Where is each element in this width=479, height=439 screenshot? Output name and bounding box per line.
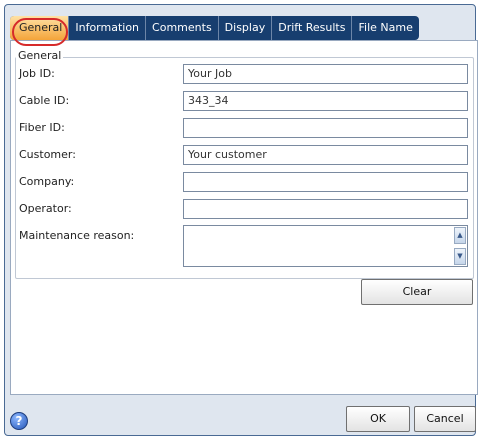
operator-field[interactable] — [183, 199, 468, 219]
job-id-field[interactable]: Your Job — [183, 64, 468, 84]
ok-button[interactable]: OK — [346, 406, 410, 432]
tab-information[interactable]: Information — [69, 16, 147, 40]
tab-comments[interactable]: Comments — [146, 16, 219, 40]
operator-label: Operator: — [19, 202, 72, 215]
help-icon[interactable]: ? — [10, 412, 28, 430]
cancel-button[interactable]: Cancel — [414, 406, 476, 432]
fiber-id-field[interactable] — [183, 118, 468, 138]
fiber-id-label: Fiber ID: — [19, 121, 65, 134]
customer-label: Customer: — [19, 148, 76, 161]
general-group-title: General — [16, 49, 64, 62]
maintenance-reason-field[interactable]: ▲ ▼ — [183, 225, 468, 267]
job-id-label: Job ID: — [19, 67, 55, 80]
maintenance-reason-label: Maintenance reason: — [19, 229, 135, 242]
tab-file-name[interactable]: File Name — [352, 16, 418, 40]
tab-content-panel: General Job ID: Your Job Cable ID: 343_3… — [10, 40, 478, 395]
customer-field[interactable]: Your customer — [183, 145, 468, 165]
company-field[interactable] — [183, 172, 468, 192]
scroll-up-arrow-icon[interactable]: ▲ — [454, 227, 466, 244]
tab-drift-results[interactable]: Drift Results — [272, 16, 353, 40]
cable-id-label: Cable ID: — [19, 94, 70, 107]
company-label: Company: — [19, 175, 75, 188]
tab-bar: General Information Comments Display Dri… — [10, 16, 419, 40]
scroll-down-arrow-icon[interactable]: ▼ — [454, 248, 466, 265]
cable-id-field[interactable]: 343_34 — [183, 91, 468, 111]
tab-display[interactable]: Display — [219, 16, 273, 40]
tab-general[interactable]: General — [10, 16, 70, 40]
clear-button[interactable]: Clear — [361, 279, 473, 305]
